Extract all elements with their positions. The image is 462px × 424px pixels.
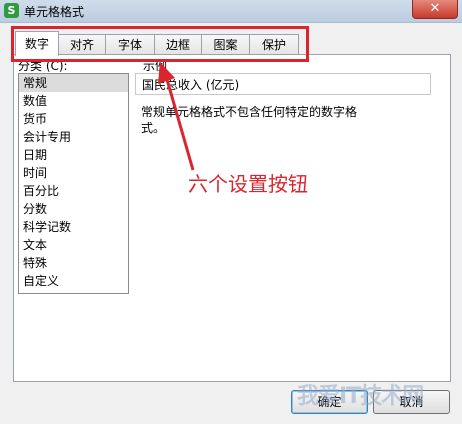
list-item[interactable]: 日期 xyxy=(19,146,128,164)
list-item[interactable]: 科学记数 xyxy=(19,218,128,236)
tabs-highlight-box xyxy=(11,26,309,62)
list-item[interactable]: 数值 xyxy=(19,92,128,110)
list-item[interactable]: 会计专用 xyxy=(19,128,128,146)
sample-preview: 国民总收入 (亿元) xyxy=(135,73,431,95)
app-logo-icon: S xyxy=(4,3,19,18)
list-item[interactable]: 常规 xyxy=(19,74,128,92)
format-description: 常规单元格格式不包含任何特定的数字格式。 xyxy=(141,105,358,135)
cancel-button[interactable]: 取消 xyxy=(373,390,450,414)
list-item[interactable]: 百分比 xyxy=(19,182,128,200)
ok-button[interactable]: 确定 xyxy=(291,390,368,414)
list-item[interactable]: 货币 xyxy=(19,110,128,128)
list-item[interactable]: 文本 xyxy=(19,236,128,254)
list-item[interactable]: 时间 xyxy=(19,164,128,182)
title-bar: S 单元格格式 ✕ xyxy=(0,0,462,23)
category-list[interactable]: 常规 数值 货币 会计专用 日期 时间 百分比 分数 科学记数 文本 特殊 自定… xyxy=(18,73,129,294)
list-item[interactable]: 自定义 xyxy=(19,272,128,290)
window-title: 单元格格式 xyxy=(24,5,85,19)
close-button[interactable]: ✕ xyxy=(412,0,458,19)
list-item[interactable]: 特殊 xyxy=(19,254,128,272)
annotation-text: 六个设置按钮 xyxy=(188,172,308,196)
list-item[interactable]: 分数 xyxy=(19,200,128,218)
